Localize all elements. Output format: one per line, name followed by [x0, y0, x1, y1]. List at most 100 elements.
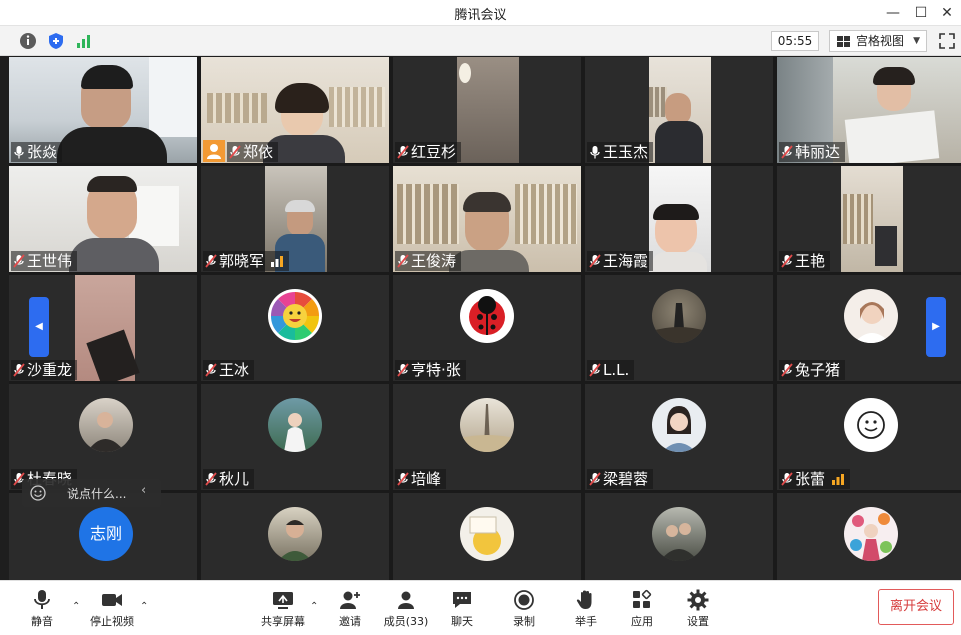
participant-name-tag: 郭晓军	[203, 251, 290, 271]
next-page-button[interactable]: ▶	[926, 297, 946, 357]
participant-tile[interactable]: 梁碧蓉	[585, 384, 773, 490]
gear-icon	[687, 589, 709, 611]
network-signal-icon[interactable]	[74, 31, 94, 51]
participant-name: 兔子猪	[795, 361, 841, 379]
chat-input-box[interactable]: 说点什么... ‹	[22, 479, 161, 507]
participant-name-tag: 王俊涛	[395, 251, 462, 271]
raise-hand-button[interactable]: 举手	[568, 585, 604, 633]
chat-placeholder: 说点什么...	[67, 487, 127, 501]
participant-tile[interactable]	[393, 493, 581, 580]
control-bar: 静音 ⌃ 停止视频 ⌃ 共享屏幕 ⌃ 邀请 成员(33) 聊天 录制 举手 应用…	[0, 580, 961, 635]
mic-muted-icon	[13, 362, 25, 377]
participant-hair	[81, 65, 133, 89]
participant-tile[interactable]	[201, 493, 389, 580]
participant-tile[interactable]: 王冰	[201, 275, 389, 381]
microphone-icon	[34, 590, 50, 609]
participant-tile[interactable]: 培峰	[393, 384, 581, 490]
participant-avatar	[268, 507, 322, 561]
mic-on-icon	[14, 145, 24, 158]
chevron-down-icon: ▼	[913, 36, 920, 46]
mic-muted-icon	[13, 253, 25, 268]
info-icon[interactable]	[18, 31, 38, 51]
record-button[interactable]: 录制	[506, 585, 542, 633]
participant-tile[interactable]: L.L.	[585, 275, 773, 381]
record-icon	[514, 590, 534, 610]
participant-tile[interactable]: 郑依	[201, 57, 389, 163]
participant-name-tag: 王世伟	[11, 251, 78, 271]
raise-hand-label: 举手	[575, 615, 597, 628]
participant-tile[interactable]: 王俊涛	[393, 166, 581, 272]
participant-tile[interactable]: 张焱	[9, 57, 197, 163]
mic-muted-icon	[781, 144, 793, 159]
participant-name-tag: 梁碧蓉	[587, 469, 654, 489]
participant-avatar	[844, 289, 898, 343]
previous-page-button[interactable]: ◀	[29, 297, 49, 357]
emoji-icon[interactable]	[30, 485, 46, 501]
participant-shirt	[69, 238, 159, 272]
add-user-icon	[340, 591, 360, 609]
stop-video-button[interactable]: 停止视频	[86, 585, 138, 633]
settings-button[interactable]: 设置	[680, 585, 716, 633]
participant-name: 秋儿	[219, 470, 250, 488]
participant-hair	[463, 192, 511, 212]
share-screen-button[interactable]: 共享屏幕	[258, 585, 308, 633]
participant-tile[interactable]: 秋儿	[201, 384, 389, 490]
mic-muted-icon	[781, 362, 793, 377]
participant-name: 张蕾	[795, 470, 826, 488]
security-shield-icon[interactable]	[46, 31, 66, 51]
participant-tile[interactable]: 杜春晓	[9, 384, 197, 490]
apps-button[interactable]: 应用	[624, 585, 660, 633]
participant-tile[interactable]: 张蕾	[777, 384, 961, 490]
bookshelf-backdrop	[843, 194, 873, 244]
members-button[interactable]: 成员(33)	[380, 585, 432, 633]
bookshelf-backdrop	[397, 184, 459, 244]
participant-tile[interactable]: 亨特·张	[393, 275, 581, 381]
collapse-chevron-icon[interactable]: ‹	[141, 483, 146, 498]
view-mode-button[interactable]: 宫格视图 ▼	[829, 30, 927, 52]
participant-tile[interactable]: 王世伟	[9, 166, 197, 272]
participant-shirt	[651, 252, 707, 272]
close-icon[interactable]: ✕	[936, 2, 958, 24]
participant-tile[interactable]: 王海霞	[585, 166, 773, 272]
participant-avatar	[652, 398, 706, 452]
fullscreen-icon[interactable]	[937, 31, 957, 51]
mute-button[interactable]: 静音	[22, 585, 62, 633]
participant-tile[interactable]	[777, 493, 961, 580]
chevron-up-icon[interactable]: ⌃	[310, 601, 318, 612]
participant-name: 沙重龙	[27, 361, 73, 379]
grid-view-icon	[837, 36, 850, 47]
leave-meeting-button[interactable]: 离开会议	[878, 589, 954, 625]
participant-name: 王玉杰	[603, 143, 649, 161]
participant-name-tag: 韩丽达	[779, 142, 846, 162]
participant-tile[interactable]: 王艳	[777, 166, 961, 272]
participant-tile[interactable]: 红豆杉	[393, 57, 581, 163]
participant-hair	[87, 176, 137, 192]
participant-avatar	[79, 398, 133, 452]
paper-document	[844, 110, 940, 163]
participant-name: 王俊涛	[411, 252, 457, 270]
participant-tile[interactable]	[585, 493, 773, 580]
participant-name: 王冰	[219, 361, 250, 379]
bookshelf-backdrop	[515, 184, 577, 244]
meeting-toolbar: 05:55 宫格视图 ▼	[0, 26, 961, 56]
lamp-light	[459, 63, 471, 83]
chevron-up-icon[interactable]: ⌃	[140, 601, 148, 612]
participant-name-tag: 红豆杉	[395, 142, 462, 162]
participant-tile[interactable]: 王玉杰	[585, 57, 773, 163]
participant-name-tag: 王冰	[203, 360, 255, 380]
participant-name-tag: 郑依	[227, 142, 279, 162]
chat-button[interactable]: 聊天	[444, 585, 480, 633]
mic-muted-icon	[397, 471, 409, 486]
participant-avatar-initials: 志刚	[79, 507, 133, 561]
participant-name: 张焱	[27, 143, 58, 161]
title-bar: 腾讯会议 — ☐ ✕	[0, 0, 961, 26]
chevron-up-icon[interactable]: ⌃	[72, 601, 80, 612]
maximize-icon[interactable]: ☐	[910, 2, 932, 24]
minimize-icon[interactable]: —	[882, 2, 904, 24]
mic-muted-icon	[205, 362, 217, 377]
participant-avatar	[460, 289, 514, 343]
participant-tile[interactable]: 郭晓军	[201, 166, 389, 272]
participant-tile[interactable]: 韩丽达	[777, 57, 961, 163]
office-chair	[875, 226, 897, 266]
invite-button[interactable]: 邀请	[332, 585, 368, 633]
